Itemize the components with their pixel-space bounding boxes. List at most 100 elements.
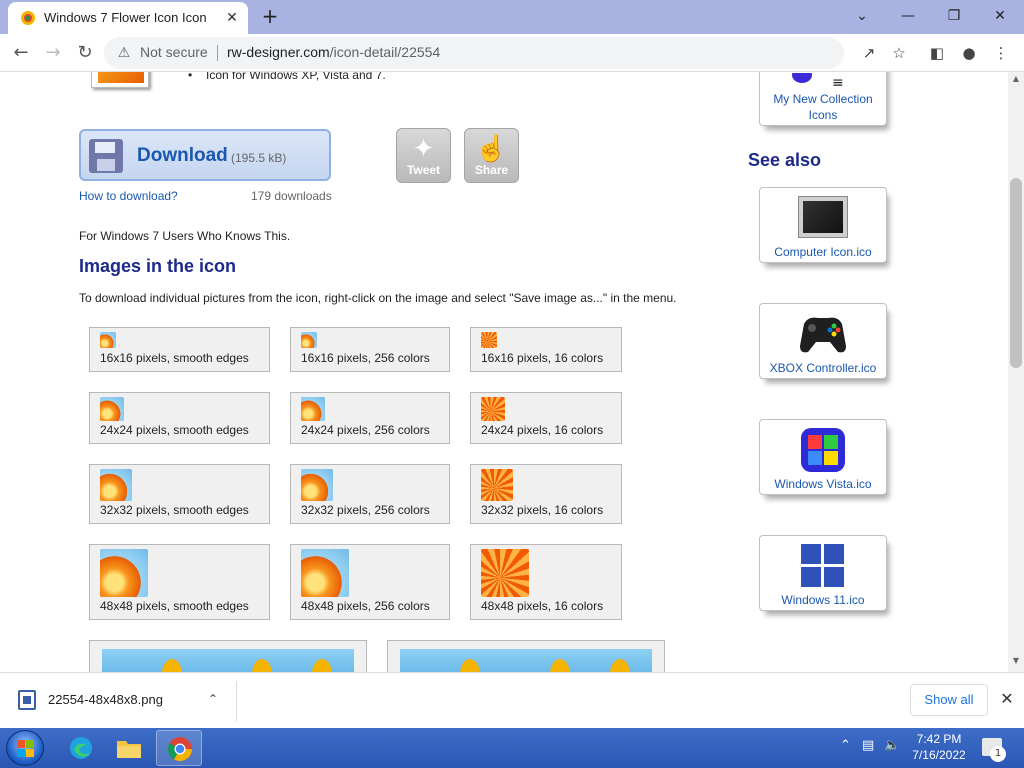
taskbar-edge[interactable] bbox=[58, 730, 104, 766]
profile-avatar-icon[interactable]: ● bbox=[956, 40, 982, 66]
back-arrow-icon[interactable]: ← bbox=[8, 40, 34, 66]
flower-image-32[interactable] bbox=[301, 469, 333, 501]
petal-shape bbox=[252, 659, 272, 672]
flower-image-48[interactable] bbox=[481, 549, 529, 597]
image-cell-32-16[interactable]: 32x32 pixels, 16 colors bbox=[470, 464, 622, 524]
image-label: 48x48 pixels, 256 colors bbox=[301, 599, 430, 613]
image-cell-32-256[interactable]: 32x32 pixels, 256 colors bbox=[290, 464, 450, 524]
minimize-button[interactable]: — bbox=[888, 2, 928, 30]
reload-icon[interactable]: ↻ bbox=[72, 40, 98, 66]
start-button[interactable] bbox=[6, 730, 44, 766]
flag-red bbox=[17, 740, 25, 748]
see-also-caption[interactable]: XBOX Controller.ico bbox=[760, 360, 886, 376]
win11-pane bbox=[824, 544, 844, 564]
image-label: 16x16 pixels, 16 colors bbox=[481, 351, 604, 365]
image-label: 16x16 pixels, 256 colors bbox=[301, 351, 430, 365]
scroll-up-arrow-icon[interactable]: ▲ bbox=[1008, 72, 1024, 86]
icon-preview-thumbnail[interactable] bbox=[91, 72, 149, 88]
see-also-caption[interactable]: Windows Vista.ico bbox=[760, 476, 886, 492]
scrollbar-thumb[interactable] bbox=[1010, 178, 1022, 368]
flower-image-24[interactable] bbox=[481, 397, 505, 421]
taskbar-chrome[interactable] bbox=[156, 730, 202, 766]
download-divider bbox=[236, 681, 237, 721]
image-cell-16-16[interactable]: 16x16 pixels, 16 colors bbox=[470, 327, 622, 372]
flag-yellow bbox=[26, 749, 34, 757]
tab-close-icon[interactable]: ✕ bbox=[222, 8, 242, 28]
image-cell-16-smooth[interactable]: 16x16 pixels, smooth edges bbox=[89, 327, 270, 372]
download-size: (195.5 kB) bbox=[231, 151, 287, 165]
download-count: 179 downloads bbox=[251, 189, 332, 203]
show-all-button[interactable]: Show all bbox=[910, 684, 988, 716]
image-cell-32-smooth[interactable]: 32x32 pixels, smooth edges bbox=[89, 464, 270, 524]
image-cell-48-smooth[interactable]: 48x48 pixels, smooth edges bbox=[89, 544, 270, 620]
collection-card[interactable]: ≡ My New Collection Icons bbox=[759, 72, 887, 126]
image-cell-24-256[interactable]: 24x24 pixels, 256 colors bbox=[290, 392, 450, 444]
flower-image-16[interactable] bbox=[481, 332, 497, 348]
see-also-card-computer[interactable]: Computer Icon.ico bbox=[759, 187, 887, 263]
address-bar[interactable]: ⚠ Not secure rw-designer.com/icon-detail/… bbox=[104, 37, 844, 69]
share-button[interactable]: ☝ Share bbox=[464, 128, 519, 183]
notification-count-badge: 1 bbox=[990, 746, 1006, 762]
page-scrollbar[interactable]: ▲ ▼ bbox=[1008, 72, 1024, 672]
see-also-card-vista[interactable]: Windows Vista.ico bbox=[759, 419, 887, 495]
collection-caption[interactable]: My New Collection Icons bbox=[760, 91, 886, 123]
forward-arrow-icon[interactable]: → bbox=[40, 40, 66, 66]
new-tab-button[interactable]: + bbox=[258, 4, 282, 28]
how-to-download-link[interactable]: How to download? bbox=[79, 189, 178, 203]
see-also-caption[interactable]: Computer Icon.ico bbox=[760, 244, 886, 260]
see-also-card-win11[interactable]: Windows 11.ico bbox=[759, 535, 887, 611]
see-also-caption[interactable]: Windows 11.ico bbox=[760, 592, 886, 608]
security-indicator[interactable]: ⚠ Not secure bbox=[116, 44, 208, 61]
menu-kebab-icon[interactable]: ⋮ bbox=[988, 40, 1014, 66]
side-panel-icon[interactable]: ◧ bbox=[924, 40, 950, 66]
computer-icon bbox=[798, 196, 848, 238]
tweet-button[interactable]: ✦ Tweet bbox=[396, 128, 451, 183]
petal-shape bbox=[550, 659, 570, 672]
system-clock[interactable]: 7:42 PM 7/16/2022 bbox=[904, 731, 974, 763]
image-cell-24-smooth[interactable]: 24x24 pixels, smooth edges bbox=[89, 392, 270, 444]
image-label: 48x48 pixels, 16 colors bbox=[481, 599, 604, 613]
downloaded-filename[interactable]: 22554-48x48x8.png bbox=[48, 692, 163, 707]
chrome-icon bbox=[167, 737, 192, 762]
bookmark-star-icon[interactable]: ☆ bbox=[886, 40, 912, 66]
scroll-down-arrow-icon[interactable]: ▼ bbox=[1008, 654, 1024, 668]
flower-image-48[interactable] bbox=[301, 549, 349, 597]
taskbar-explorer[interactable] bbox=[106, 730, 152, 766]
restore-button[interactable]: ❐ bbox=[934, 2, 974, 30]
flower-image-32[interactable] bbox=[100, 469, 132, 501]
twitter-bird-icon: ✦ bbox=[412, 133, 435, 163]
browser-toolbar: ← → ↻ ⚠ Not secure rw-designer.com/icon-d… bbox=[0, 34, 1024, 72]
download-shelf: 22554-48x48x8.png ⌃ Show all ✕ bbox=[0, 672, 1024, 728]
download-button[interactable]: Download (195.5 kB) bbox=[79, 129, 331, 181]
large-flower-image[interactable] bbox=[400, 649, 652, 672]
tab-search-chevron-icon[interactable]: ⌄ bbox=[842, 2, 882, 30]
image-label: 32x32 pixels, smooth edges bbox=[100, 503, 249, 517]
image-label: 32x32 pixels, 16 colors bbox=[481, 503, 604, 517]
flower-image-16[interactable] bbox=[100, 332, 116, 348]
flower-image-16[interactable] bbox=[301, 332, 317, 348]
browser-tab[interactable]: Windows 7 Flower Icon Icon ✕ bbox=[8, 2, 248, 34]
image-cell-48-16[interactable]: 48x48 pixels, 16 colors bbox=[470, 544, 622, 620]
image-cell-16-256[interactable]: 16x16 pixels, 256 colors bbox=[290, 327, 450, 372]
flower-image-24[interactable] bbox=[301, 397, 325, 421]
large-flower-image[interactable] bbox=[102, 649, 354, 672]
flower-image-24[interactable] bbox=[100, 397, 124, 421]
close-shelf-icon[interactable]: ✕ bbox=[996, 688, 1018, 710]
close-window-button[interactable]: ✕ bbox=[980, 2, 1020, 30]
chevron-up-icon[interactable]: ⌃ bbox=[204, 690, 222, 708]
network-icon[interactable]: ▤ bbox=[862, 738, 874, 753]
image-cell-24-16[interactable]: 24x24 pixels, 16 colors bbox=[470, 392, 622, 444]
show-hidden-icons-chevron-icon[interactable]: ⌃ bbox=[840, 738, 851, 753]
flower-image-48[interactable] bbox=[100, 549, 148, 597]
large-preview-left[interactable] bbox=[89, 640, 367, 672]
warning-triangle-icon: ⚠ bbox=[117, 44, 131, 60]
petal-shape bbox=[460, 659, 480, 672]
flower-image-32[interactable] bbox=[481, 469, 513, 501]
image-cell-48-256[interactable]: 48x48 pixels, 256 colors bbox=[290, 544, 450, 620]
large-preview-right[interactable] bbox=[387, 640, 665, 672]
see-also-card-xbox[interactable]: XBOX Controller.ico bbox=[759, 303, 887, 379]
volume-icon[interactable]: 🔈 bbox=[884, 738, 900, 753]
share-page-icon[interactable]: ↗ bbox=[856, 40, 882, 66]
windows-vista-icon bbox=[801, 428, 845, 472]
windows-logo-icon bbox=[17, 740, 35, 758]
